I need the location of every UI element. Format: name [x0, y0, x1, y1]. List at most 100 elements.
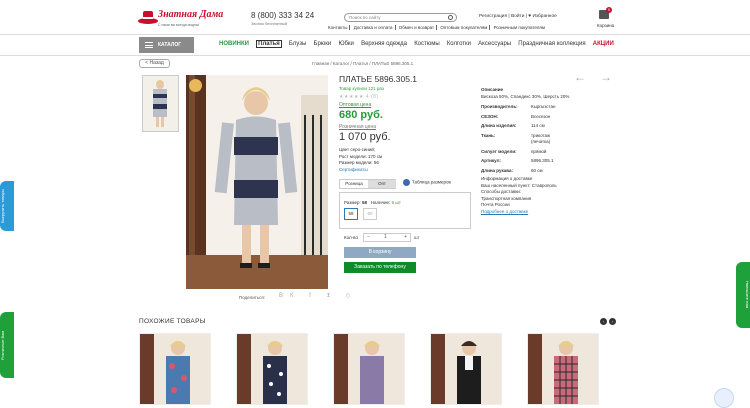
- spec-value: Кыргызстан: [531, 104, 556, 109]
- auth-links[interactable]: Регистрация | Войти | ♥ Избранное: [479, 14, 557, 19]
- similar-product-card[interactable]: [430, 333, 502, 405]
- nav-item-outerwear[interactable]: Верхняя одежда: [361, 41, 407, 47]
- similar-product-image: [140, 334, 210, 404]
- certificates-link[interactable]: Сертификаты: [339, 167, 382, 174]
- breadcrumb[interactable]: Главная / Каталог / Платья / ПЛАТЬЕ 5896…: [312, 61, 413, 66]
- brand-tagline: С нами вы всегда модны!: [158, 23, 200, 27]
- product-thumbnail[interactable]: [142, 75, 179, 132]
- product-description: Описание Вискоза 50%, Спандекс 30%, Шерс…: [481, 87, 616, 215]
- spec-key: Силуэт модели:: [481, 148, 517, 154]
- retail-price: 1 070 руб.: [339, 131, 391, 143]
- dress-photo: [186, 75, 328, 289]
- spec-key: Артикул:: [481, 158, 501, 163]
- product-specs: Цвет серо-синий; Рост модели: 170 см Раз…: [339, 147, 382, 173]
- link-delivery[interactable]: Доставка и оплата: [351, 25, 396, 30]
- spec-value: прямой: [531, 148, 547, 154]
- catalog-label: КАТАЛОГ: [158, 42, 182, 48]
- link-contacts[interactable]: Контакты: [326, 25, 351, 30]
- hat-logo-icon: [138, 11, 158, 24]
- dress-thumbnail-image: [143, 76, 178, 131]
- order-by-phone-button[interactable]: Заказать по телефону: [344, 262, 416, 273]
- similar-product-card[interactable]: [139, 333, 211, 405]
- similar-product-card[interactable]: [527, 333, 599, 405]
- nav-item-sale[interactable]: АКЦИИ: [593, 41, 614, 47]
- similar-product-image: [431, 334, 501, 404]
- top-links: Контакты Доставка и оплата Обмен и возвр…: [326, 25, 547, 30]
- product-main-image[interactable]: [186, 75, 328, 289]
- new-badge-icon: [189, 79, 202, 92]
- wholesale-price-label: Оптовая цена: [339, 102, 372, 108]
- size-table-link[interactable]: Таблица размеров: [403, 179, 451, 186]
- brand-name: Знатная Дама: [158, 9, 224, 20]
- chat-icon[interactable]: [714, 388, 734, 408]
- spec-key: Производитель:: [481, 104, 518, 109]
- rating-stars[interactable]: ★★★★★ 4 (8): [339, 94, 379, 100]
- spec-key: Ткань:: [481, 132, 496, 138]
- spec-key: СЕЗОН:: [481, 113, 499, 119]
- nav-item-tights[interactable]: Колготки: [447, 41, 471, 47]
- quantity-unit: шт: [414, 235, 420, 240]
- size-option-60[interactable]: 60: [363, 208, 377, 220]
- search-input[interactable]: Поиск по сайту: [344, 13, 457, 22]
- tab-wholesale[interactable]: Опт: [368, 180, 396, 188]
- spec-value: Всесезон: [531, 113, 551, 119]
- similar-product-card[interactable]: [333, 333, 405, 405]
- plus-icon[interactable]: +: [404, 234, 407, 241]
- catalog-button[interactable]: КАТАЛОГ: [139, 37, 194, 53]
- size-availability: Размер: 58 Наличие: 5 шт: [344, 200, 401, 205]
- tab-retail[interactable]: Розница: [340, 180, 368, 188]
- cart-count-badge: 0: [606, 7, 612, 13]
- quantity-label: Кол-во: [344, 235, 358, 240]
- nav-item-blouses[interactable]: Блузы: [289, 41, 306, 47]
- quantity-stepper[interactable]: − 1 +: [363, 233, 411, 242]
- bought-count: Товар купили 121 раз: [339, 86, 384, 91]
- spec-value: 5896.305.1: [531, 158, 554, 163]
- main-menu: НОВИНКИ Платья Блузы Брюки Юбки Верхняя …: [219, 40, 619, 48]
- quantity-value[interactable]: 1: [384, 234, 387, 241]
- nav-item-new[interactable]: НОВИНКИ: [219, 41, 249, 47]
- delivery-more-link[interactable]: Подробнее о доставке: [481, 209, 616, 216]
- chevron-left-icon[interactable]: ‹: [600, 318, 607, 325]
- link-retail[interactable]: Розничным покупателям: [492, 25, 547, 30]
- share-label: Поделиться:: [239, 295, 266, 300]
- size-table-label: Таблица размеров: [412, 179, 451, 185]
- availability-value: 5 шт: [391, 200, 401, 205]
- model-size: Размер модели: 56: [339, 160, 379, 165]
- similar-product-image: [237, 334, 307, 404]
- similar-product-card[interactable]: [236, 333, 308, 405]
- social-share-icons[interactable]: ВК f 𝕿 ⊙: [279, 293, 357, 300]
- prev-arrow-icon[interactable]: ←: [574, 70, 600, 84]
- next-arrow-icon[interactable]: →: [600, 70, 626, 84]
- cart-label[interactable]: Корзина: [597, 23, 614, 28]
- logo[interactable]: Знатная Дама С нами вы всегда модны!: [137, 6, 223, 32]
- chevron-right-icon[interactable]: ›: [609, 318, 616, 325]
- side-widget-retail[interactable]: Розничные Вам: [0, 312, 14, 378]
- nav-item-trousers[interactable]: Брюки: [314, 41, 332, 47]
- menu-icon: [145, 42, 153, 48]
- retail-price-label: Розничная цена: [339, 124, 377, 130]
- cart-icon[interactable]: 0: [596, 7, 612, 20]
- search-icon[interactable]: [448, 15, 453, 20]
- size-option-58[interactable]: 58: [344, 208, 358, 220]
- side-widget-write-us[interactable]: Напишите нам: [736, 262, 750, 328]
- similar-nav: ‹ ›: [598, 318, 616, 325]
- add-to-cart-button[interactable]: В корзину: [344, 247, 416, 258]
- spec-key: Длина изделия:: [481, 123, 517, 128]
- back-button[interactable]: < Назад: [139, 59, 170, 68]
- link-returns[interactable]: Обмен и возврат: [396, 25, 438, 30]
- link-wholesale[interactable]: Оптовым покупателям: [438, 25, 491, 30]
- product-nav-arrows[interactable]: ←→: [574, 70, 626, 84]
- nav-item-suits[interactable]: Костюмы: [414, 41, 439, 47]
- nav-item-dresses[interactable]: Платья: [256, 40, 282, 48]
- spec-row: Ткань: трикотаж (печатка): [481, 133, 616, 146]
- phone-note: Звонок бесплатный: [251, 21, 288, 26]
- nav-item-accessories[interactable]: Аксессуары: [478, 41, 511, 47]
- side-widget-export[interactable]: Выгрузить товары: [0, 181, 14, 231]
- price-tabs: Розница Опт: [339, 179, 396, 189]
- minus-icon[interactable]: −: [367, 234, 370, 241]
- nav-item-skirts[interactable]: Юбки: [338, 41, 353, 47]
- availability-label: Наличие:: [370, 200, 391, 205]
- wholesale-price: 680 руб.: [339, 109, 383, 121]
- phone-number[interactable]: 8 (800) 333 34 24: [251, 11, 314, 20]
- nav-item-holiday[interactable]: Праздничная коллекция: [518, 41, 585, 47]
